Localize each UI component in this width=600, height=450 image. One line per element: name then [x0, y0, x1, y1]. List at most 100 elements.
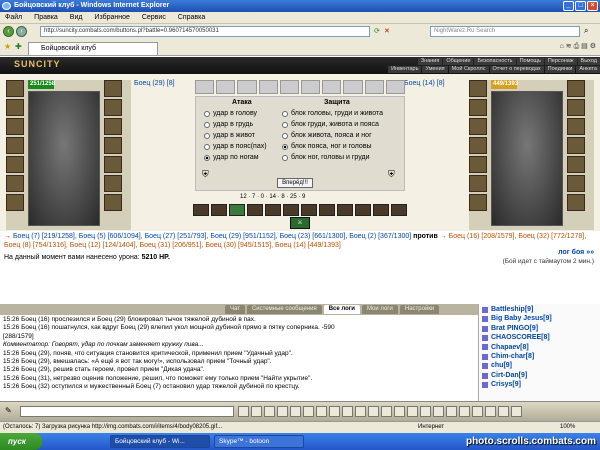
tab-chat[interactable]: Чат [225, 305, 245, 314]
left-fighter-name[interactable]: Боец (29) [8] [134, 80, 175, 87]
add-favorites-icon[interactable]: ✚ [15, 42, 22, 51]
equip-slot[interactable] [104, 80, 122, 97]
print-icon[interactable]: ⎙ [574, 43, 580, 50]
chat-tool-button[interactable] [355, 406, 366, 417]
equip-slot[interactable] [6, 99, 24, 116]
feeds-icon[interactable]: ≋ [566, 43, 572, 50]
chat-tool-button[interactable] [342, 406, 353, 417]
skill-icon[interactable] [373, 204, 389, 216]
equip-slot[interactable] [567, 137, 585, 154]
equip-slot[interactable] [567, 118, 585, 135]
spell-slot[interactable] [216, 80, 236, 94]
spell-slot[interactable] [364, 80, 384, 94]
menu-file[interactable]: Файл [0, 12, 27, 24]
skill-icon[interactable] [391, 204, 407, 216]
user-item[interactable]: CHAOSCOREE[8] [482, 333, 597, 342]
equip-slot[interactable] [6, 156, 24, 173]
equip-slot[interactable] [104, 99, 122, 116]
search-input[interactable]: NightWarez.Ru Search [430, 26, 580, 37]
task-ie[interactable]: Бойцовский клуб - Wi... [110, 435, 210, 448]
chat-tool-button[interactable] [420, 406, 431, 417]
nav-character[interactable]: Персонаж [544, 58, 577, 65]
chat-tool-button[interactable] [485, 406, 496, 417]
user-item[interactable]: Big Baby Jesus[9] [482, 314, 597, 323]
menu-favorites[interactable]: Избранное [89, 12, 134, 24]
equip-slot[interactable] [567, 175, 585, 192]
equip-slot[interactable] [469, 99, 487, 116]
tab-my-logs[interactable]: Мои логи [361, 305, 398, 314]
nav-transfers[interactable]: Отчет о переводах [489, 66, 544, 73]
chat-mode-icon[interactable]: ✎ [5, 406, 12, 415]
maximize-button[interactable]: □ [575, 1, 586, 11]
attack-legs-radio[interactable]: удар по ногам [204, 154, 259, 161]
skill-icon[interactable] [319, 204, 335, 216]
nav-communication[interactable]: Общение [443, 58, 474, 65]
spell-slot[interactable] [258, 80, 278, 94]
menu-help[interactable]: Справка [173, 12, 210, 24]
nav-skills[interactable]: Умения [422, 66, 448, 73]
nav-security[interactable]: Безопасность [474, 58, 516, 65]
skill-icon[interactable] [283, 204, 299, 216]
skill-icon[interactable] [265, 204, 281, 216]
favorites-star-icon[interactable]: ★ [4, 42, 11, 51]
spell-slot[interactable] [279, 80, 300, 94]
spell-slot[interactable] [385, 80, 406, 94]
equip-slot[interactable] [469, 118, 487, 135]
zoom-text[interactable]: 100% [560, 422, 575, 433]
tab-combats[interactable]: Бойцовский клуб [28, 42, 158, 55]
block-belly-waist-legs-radio[interactable]: блок живота, пояса и ног [282, 132, 372, 139]
equip-slot[interactable] [469, 156, 487, 173]
special-skill-button[interactable]: ⚔ [290, 217, 310, 229]
attack-waist-radio[interactable]: удар в пояс(пах) [204, 143, 267, 150]
tools-menu-icon[interactable]: ⚙ [590, 43, 596, 50]
tab-system[interactable]: Системные сообщения [246, 305, 322, 314]
left-team-list[interactable]: Боец (7) [219/1258], Боец (5) [606/1094]… [13, 233, 411, 240]
chat-tool-button[interactable] [381, 406, 392, 417]
spell-slot[interactable] [195, 80, 215, 94]
skill-icon[interactable] [337, 204, 353, 216]
user-item[interactable]: Cirt-Dan[9] [482, 371, 597, 380]
skill-icon[interactable] [247, 204, 263, 216]
user-item[interactable]: chu[9] [482, 361, 597, 370]
menu-view[interactable]: Вид [65, 12, 88, 24]
stop-icon[interactable]: ✕ [384, 27, 390, 35]
equip-slot[interactable] [469, 137, 487, 154]
equip-slot[interactable] [567, 156, 585, 173]
equip-slot[interactable] [6, 175, 24, 192]
menu-edit[interactable]: Правка [29, 12, 63, 24]
chat-tool-button[interactable] [446, 406, 457, 417]
chat-tool-button[interactable] [368, 406, 379, 417]
chat-tool-button[interactable] [329, 406, 340, 417]
equip-slot[interactable] [6, 118, 24, 135]
chat-tool-button[interactable] [472, 406, 483, 417]
page-menu-icon[interactable]: ▤ [581, 43, 588, 50]
spell-slot[interactable] [301, 80, 321, 94]
attack-head-radio[interactable]: удар в голову [204, 110, 257, 117]
chat-tool-button[interactable] [394, 406, 405, 417]
chat-tool-button[interactable] [459, 406, 470, 417]
user-item[interactable]: Chim-char[8] [482, 352, 597, 361]
go-button[interactable]: Вперёд!!! [277, 178, 313, 188]
chat-tool-button[interactable] [277, 406, 288, 417]
spell-slot[interactable] [343, 80, 363, 94]
attack-chest-radio[interactable]: удар в грудь [204, 121, 253, 128]
chat-tool-button[interactable] [498, 406, 509, 417]
user-item[interactable]: Battleship[9] [482, 305, 597, 314]
block-legs-head-chest-radio[interactable]: блок ног, головы и груди [282, 154, 369, 161]
equip-slot[interactable] [469, 175, 487, 192]
minimize-button[interactable]: _ [563, 1, 574, 11]
equip-slot[interactable] [567, 194, 585, 211]
chat-input[interactable] [20, 406, 234, 417]
attack-belly-radio[interactable]: удар в живот [204, 132, 255, 139]
equip-slot[interactable] [104, 175, 122, 192]
equip-slot[interactable] [6, 80, 24, 97]
equip-slot[interactable] [567, 99, 585, 116]
nav-exit[interactable]: Выход [577, 58, 600, 65]
skill-icon[interactable] [301, 204, 317, 216]
skill-icon[interactable] [355, 204, 371, 216]
chat-tool-button[interactable] [407, 406, 418, 417]
tab-settings[interactable]: Настройки [399, 305, 440, 314]
forward-button[interactable]: › [16, 26, 27, 37]
back-button[interactable]: ‹ [3, 26, 14, 37]
close-button[interactable]: × [587, 1, 598, 11]
